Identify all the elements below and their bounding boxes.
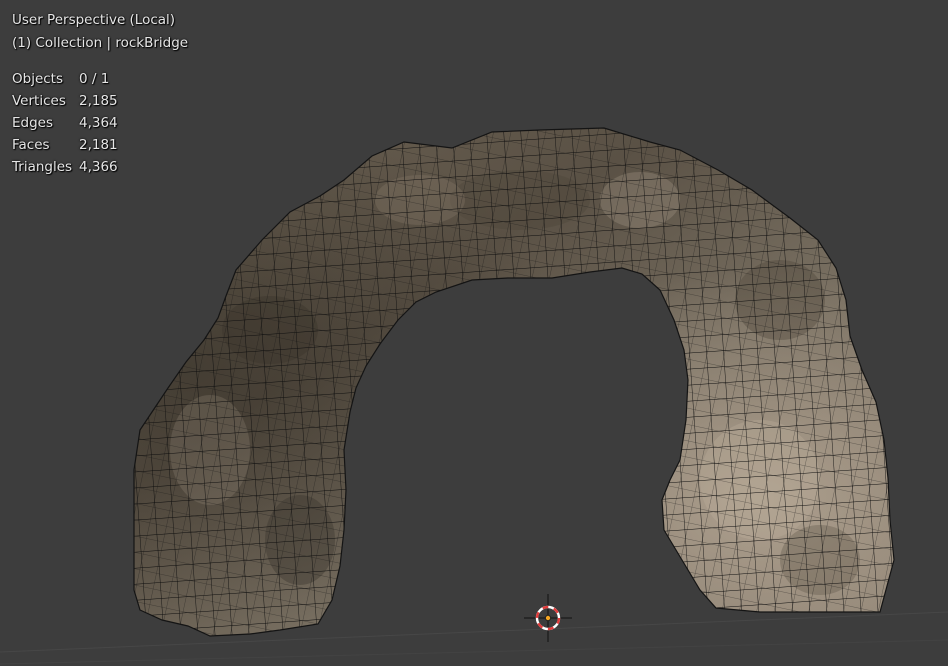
object-origin-icon xyxy=(545,615,552,622)
viewport-scene[interactable] xyxy=(0,0,948,666)
stat-label: Vertices xyxy=(12,93,66,109)
stat-value: 4,366 xyxy=(79,159,118,175)
stat-value: 0 / 1 xyxy=(79,71,110,87)
stat-value: 2,181 xyxy=(79,137,118,153)
stat-row-objects: Objects 0 / 1 xyxy=(12,71,109,87)
rock-bridge-mesh[interactable] xyxy=(0,0,948,666)
stat-row-faces: Faces 2,181 xyxy=(12,137,118,153)
stat-row-edges: Edges 4,364 xyxy=(12,115,118,131)
stat-label: Edges xyxy=(12,115,54,131)
stat-row-triangles: Triangles 4,366 xyxy=(12,159,118,175)
stat-row-vertices: Vertices 2,185 xyxy=(12,93,118,109)
stat-label: Faces xyxy=(12,137,50,153)
3d-viewport[interactable]: User Perspective (Local) (1) Collection … xyxy=(0,0,948,666)
stat-label: Triangles xyxy=(12,159,73,175)
collection-object-label: (1) Collection | rockBridge xyxy=(12,35,189,51)
stat-value: 4,364 xyxy=(79,115,118,131)
view-name-label: User Perspective (Local) xyxy=(12,12,176,28)
stat-label: Objects xyxy=(12,71,64,87)
stat-value: 2,185 xyxy=(79,93,118,109)
